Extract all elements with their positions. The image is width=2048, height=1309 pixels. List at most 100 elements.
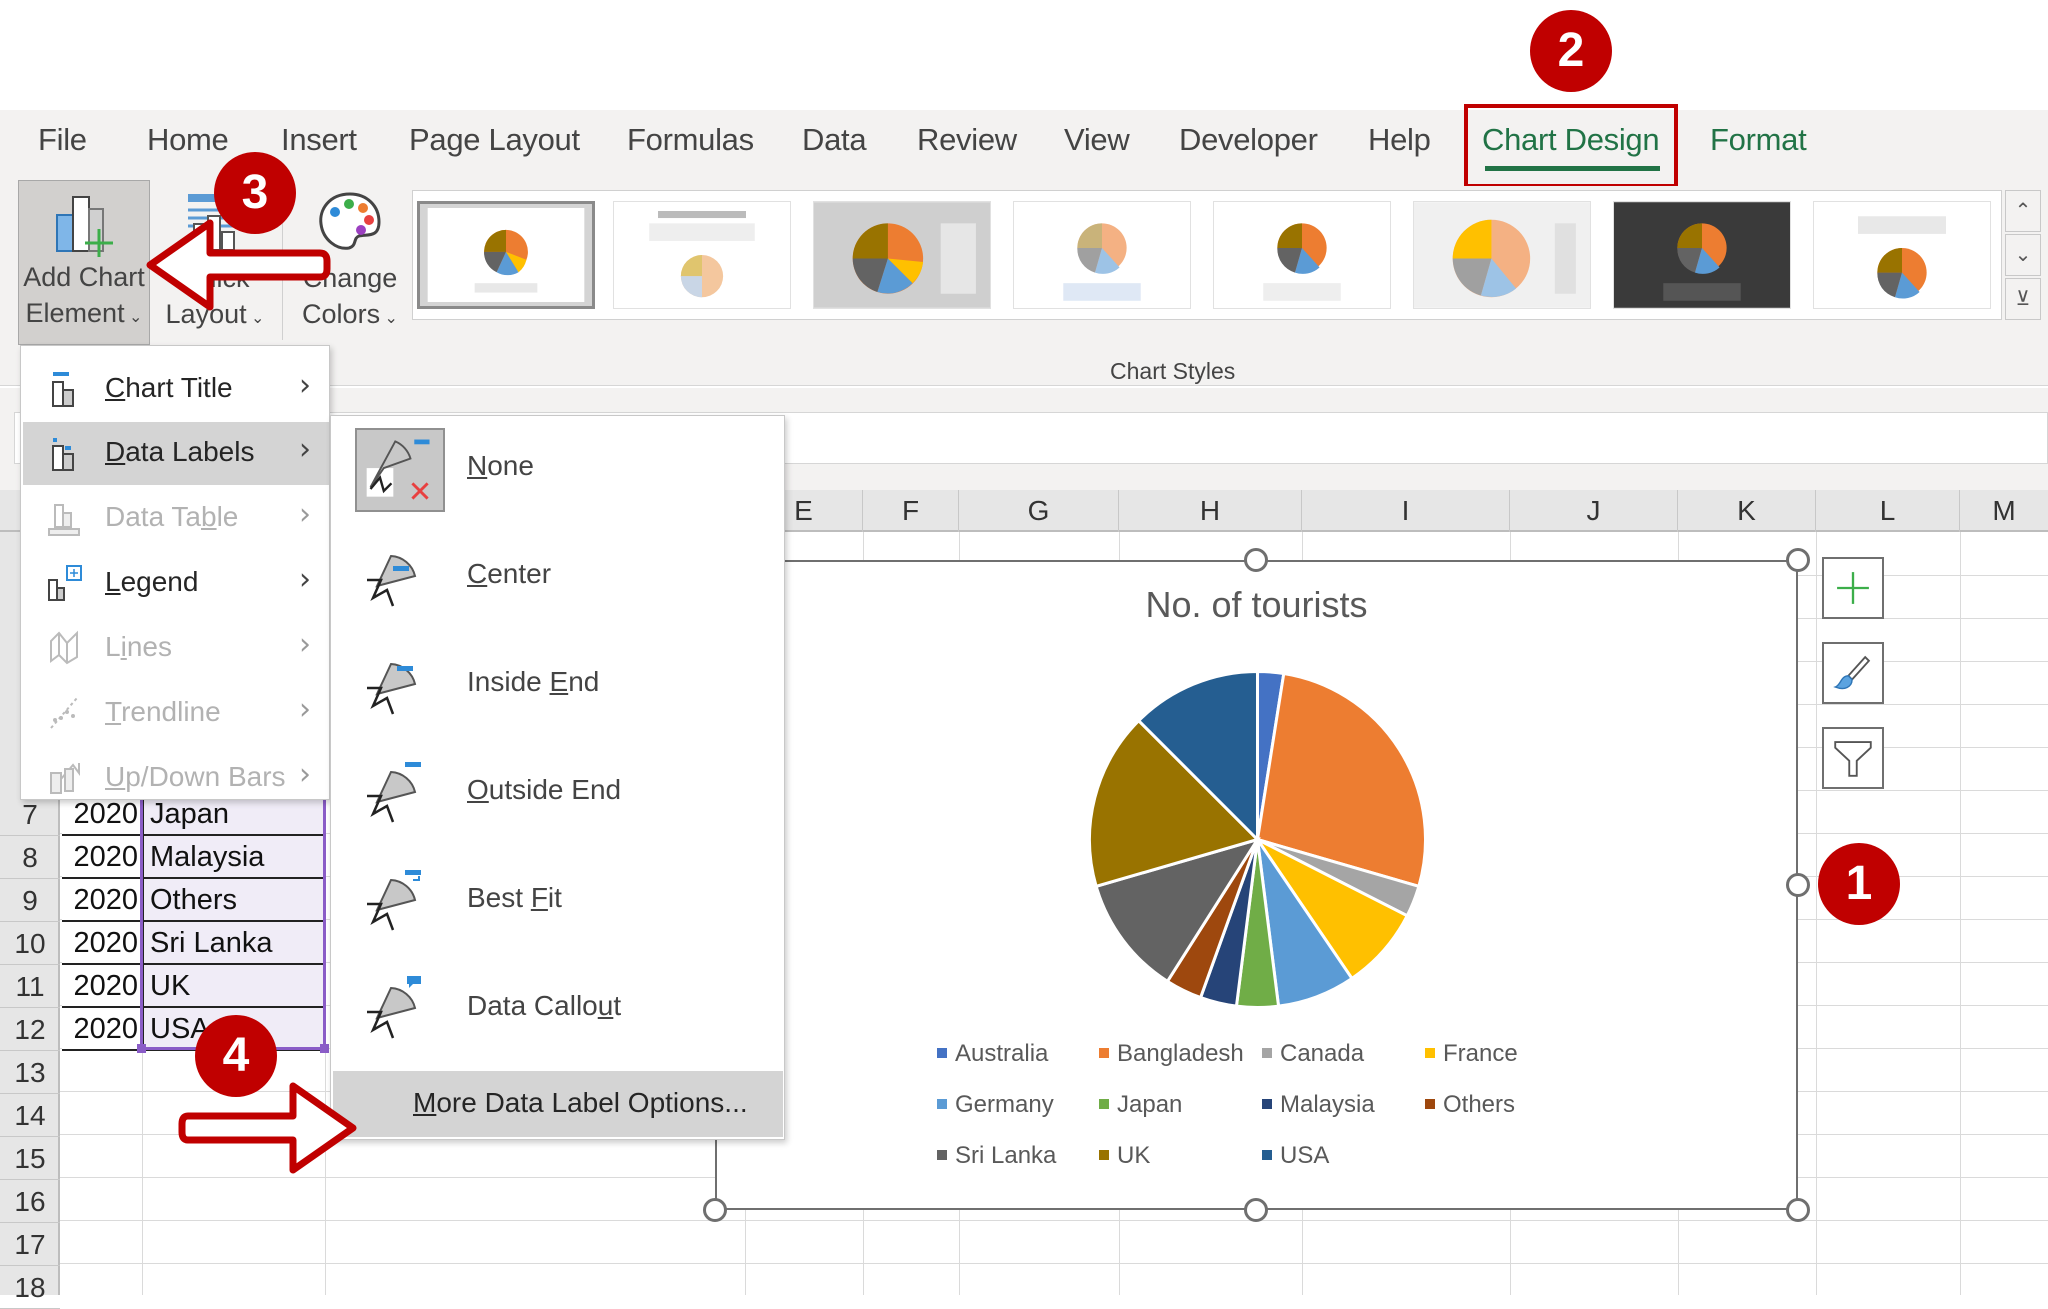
chevron-right-icon: › [299, 497, 311, 532]
row-header-18[interactable]: 18 [0, 1266, 60, 1309]
selection-handle[interactable] [137, 1044, 146, 1053]
row-header-15[interactable]: 15 [0, 1137, 60, 1180]
tab-insert[interactable]: Insert [281, 122, 357, 158]
tab-formulas[interactable]: Formulas [627, 122, 754, 158]
cell-year[interactable]: 2020 [62, 836, 142, 879]
column-header-j[interactable]: J [1510, 490, 1678, 532]
tab-view[interactable]: View [1064, 122, 1130, 158]
legend-entry-usa[interactable]: USA [1262, 1142, 1329, 1170]
chart-style-2[interactable] [613, 201, 791, 309]
submenu-item-center[interactable]: Center [331, 524, 784, 632]
chart-style-7[interactable] [1613, 201, 1791, 309]
legend-entry-australia[interactable]: Australia [937, 1040, 1048, 1068]
column-header-k[interactable]: K [1678, 490, 1816, 532]
pie-plot-area[interactable] [1085, 667, 1430, 1012]
legend-entry-france[interactable]: France [1425, 1040, 1518, 1068]
column-header-i[interactable]: I [1302, 490, 1510, 532]
data-label-callout-icon [367, 976, 421, 1039]
legend-label: Canada [1280, 1040, 1365, 1067]
more-data-label-options-button[interactable]: More Data Label Options... [333, 1071, 783, 1137]
legend-entry-malaysia[interactable]: Malaysia [1262, 1091, 1375, 1119]
cell-year[interactable]: 2020 [62, 1008, 142, 1051]
resize-handle-right[interactable] [1786, 873, 1810, 897]
resize-handle-bottom-right[interactable] [1786, 1198, 1810, 1222]
row-header-17[interactable]: 17 [0, 1223, 60, 1266]
resize-handle-bottom-left[interactable] [703, 1198, 727, 1222]
chevron-right-icon: › [299, 757, 311, 792]
column-header-g[interactable]: G [959, 490, 1119, 532]
legend-entry-sri-lanka[interactable]: Sri Lanka [937, 1142, 1056, 1170]
row-header-13[interactable]: 13 [0, 1051, 60, 1094]
legend-swatch [1262, 1149, 1272, 1160]
menu-item-label: Up/Down Bars [105, 761, 286, 792]
cell-year[interactable]: 2020 [62, 879, 142, 922]
pie-chart[interactable]: No. of tourists Australia Bangladesh Canad… [715, 560, 1798, 1210]
tab-help[interactable]: Help [1368, 122, 1431, 158]
chart-styles-button[interactable] [1822, 642, 1884, 704]
menu-item-data-labels[interactable]: Data Labels › [23, 422, 329, 485]
legend-entry-bangladesh[interactable]: Bangladesh [1099, 1040, 1244, 1068]
tab-page-layout[interactable]: Page Layout [409, 122, 580, 158]
cell-year[interactable]: 2020 [62, 965, 142, 1008]
menu-item-legend[interactable]: Legend › [23, 552, 329, 615]
submenu-item-outside-end[interactable]: Outside End [331, 740, 784, 848]
chart-style-6[interactable] [1413, 201, 1591, 309]
legend-entry-germany[interactable]: Germany [937, 1091, 1054, 1119]
menu-item-trendline[interactable]: Trendline › [23, 682, 329, 745]
gallery-more-button[interactable]: ⊻ [2005, 278, 2041, 320]
menu-item-up-down-bars[interactable]: Up/Down Bars › [23, 747, 329, 810]
resize-handle-top-right[interactable] [1786, 548, 1810, 572]
chart-style-1[interactable] [417, 201, 595, 309]
submenu-item-none[interactable]: None [331, 416, 784, 524]
data-range-selection[interactable] [137, 780, 329, 1053]
row-header-10[interactable]: 10 [0, 922, 60, 965]
selection-handle[interactable] [320, 1044, 329, 1053]
row-header-16[interactable]: 16 [0, 1180, 60, 1223]
row-header-8[interactable]: 8 [0, 836, 60, 879]
add-chart-element-button[interactable]: Add Chart Element ⌄ [18, 180, 150, 345]
tab-format[interactable]: Format [1710, 122, 1807, 158]
chart-filters-button[interactable] [1822, 727, 1884, 789]
submenu-item-best-fit[interactable]: Best Fit [331, 848, 784, 956]
row-header-14[interactable]: 14 [0, 1094, 60, 1137]
data-table-icon [48, 504, 80, 536]
resize-handle-top[interactable] [1244, 548, 1268, 572]
row-header-12[interactable]: 12 [0, 1008, 60, 1051]
tab-home[interactable]: Home [147, 122, 229, 158]
legend-entry-uk[interactable]: UK [1099, 1142, 1150, 1170]
row-header-11[interactable]: 11 [0, 965, 60, 1008]
annotation-badge-2: 2 [1530, 10, 1612, 92]
menu-item-lines[interactable]: Lines › [23, 617, 329, 680]
gallery-scroll-down-button[interactable]: ⌄ [2005, 234, 2041, 276]
row-header-9[interactable]: 9 [0, 879, 60, 922]
legend-swatch [937, 1098, 947, 1109]
tab-developer[interactable]: Developer [1179, 122, 1318, 158]
legend-swatch [1262, 1047, 1272, 1058]
legend-entry-canada[interactable]: Canada [1262, 1040, 1364, 1068]
column-header-m[interactable]: M [1960, 490, 2048, 532]
column-header-f[interactable]: F [863, 490, 959, 532]
chart-style-4[interactable] [1013, 201, 1191, 309]
column-header-l[interactable]: L [1816, 490, 1960, 532]
submenu-item-data-callout[interactable]: Data Callout [331, 956, 784, 1064]
menu-item-chart-title[interactable]: Chart Title › [23, 358, 329, 421]
chart-style-8[interactable] [1813, 201, 1991, 309]
chart-title[interactable]: No. of tourists [717, 584, 1796, 626]
submenu-item-inside-end[interactable]: Inside End [331, 632, 784, 740]
legend-entry-others[interactable]: Others [1425, 1091, 1515, 1119]
resize-handle-bottom[interactable] [1244, 1198, 1268, 1222]
gallery-scroll-up-button[interactable]: ⌃ [2005, 190, 2041, 232]
menu-item-data-table[interactable]: Data Table › [23, 487, 329, 550]
annotation-badge-1: 1 [1818, 843, 1900, 925]
tab-file[interactable]: File [38, 122, 87, 158]
tab-review[interactable]: Review [917, 122, 1017, 158]
chart-style-3[interactable] [813, 201, 991, 309]
chart-elements-button[interactable] [1822, 557, 1884, 619]
cell-year[interactable]: 2020 [62, 922, 142, 965]
paintbrush-icon [1833, 655, 1871, 690]
column-header-h[interactable]: H [1119, 490, 1302, 532]
chart-style-5[interactable] [1213, 201, 1391, 309]
tab-data[interactable]: Data [802, 122, 867, 158]
legend-entry-japan[interactable]: Japan [1099, 1091, 1182, 1119]
menu-item-label: Data Labels [105, 436, 255, 467]
